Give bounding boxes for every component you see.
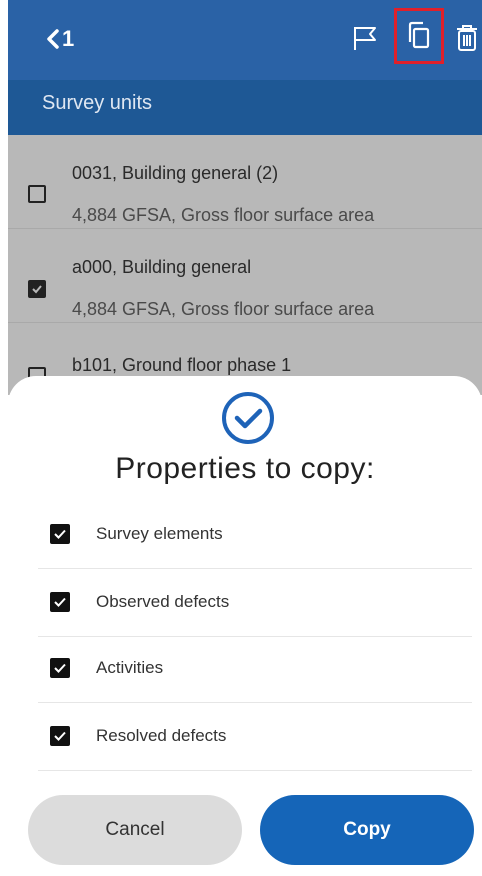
unit-name: b101, Ground floor phase 1: [72, 355, 292, 375]
list-item[interactable]: 0031, Building general (2) 4,884 GFSA, G…: [8, 135, 482, 229]
check-circle-icon: [220, 390, 276, 451]
property-option[interactable]: Resolved defects: [38, 704, 472, 771]
copy-properties-sheet: Properties to copy: Survey elements Obse…: [8, 376, 482, 876]
property-checkbox[interactable]: [50, 592, 70, 612]
back-count: 1: [62, 26, 75, 51]
trash-icon[interactable]: [450, 20, 482, 56]
section-title: Survey units: [42, 92, 153, 114]
app-header: 1: [8, 0, 482, 80]
property-option[interactable]: Survey elements: [38, 502, 472, 569]
survey-unit-list: 0031, Building general (2) 4,884 GFSA, G…: [8, 135, 482, 395]
copy-icon[interactable]: [394, 8, 444, 64]
property-label: Observed defects: [96, 592, 230, 611]
unit-name: a000, Building general: [72, 257, 252, 277]
cancel-button[interactable]: Cancel: [28, 795, 242, 865]
unit-checkbox[interactable]: [28, 280, 46, 298]
property-checkbox[interactable]: [50, 658, 70, 678]
property-label: Resolved defects: [96, 726, 227, 745]
property-label: Activities: [96, 658, 164, 677]
flag-icon[interactable]: [348, 20, 382, 56]
unit-meta: 4,884 GFSA, Gross floor surface area: [72, 299, 375, 319]
unit-checkbox[interactable]: [28, 185, 46, 203]
property-option[interactable]: Observed defects: [38, 570, 472, 637]
chevron-left-icon: [46, 28, 60, 50]
unit-name: 0031, Building general (2): [72, 163, 279, 183]
property-checkbox[interactable]: [50, 524, 70, 544]
property-checkbox[interactable]: [50, 726, 70, 746]
copy-button[interactable]: Copy: [260, 795, 474, 865]
section-header: Survey units: [8, 80, 482, 135]
sheet-title: Properties to copy:: [115, 452, 375, 485]
back-button[interactable]: 1: [46, 26, 74, 52]
unit-meta: 4,884 GFSA, Gross floor surface area: [72, 205, 375, 225]
property-option[interactable]: Activities: [38, 636, 472, 703]
list-item[interactable]: a000, Building general 4,884 GFSA, Gross…: [8, 229, 482, 323]
property-label: Survey elements: [96, 524, 223, 543]
